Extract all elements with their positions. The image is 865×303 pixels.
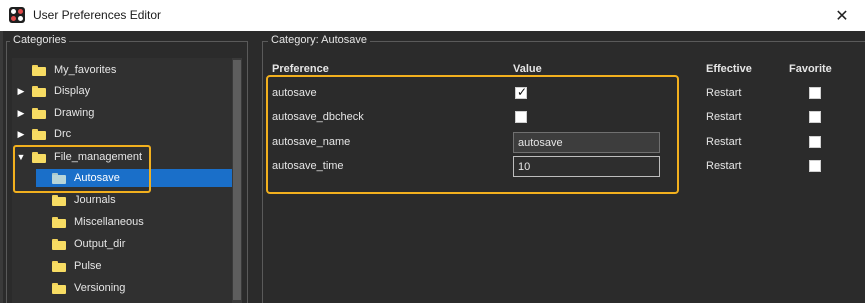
highlight-box-categories [13,145,151,193]
tree-item-miscellaneous[interactable]: Miscellaneous [36,213,144,231]
tree-item-label: Miscellaneous [74,216,144,228]
folder-icon [32,85,46,97]
favorite-checkbox[interactable] [809,160,821,172]
folder-icon [32,128,46,140]
tree-item-label: My_favorites [54,64,117,76]
tree-item-label: Pulse [74,260,102,272]
window-edge [0,31,3,303]
app-logo-icon [9,7,25,23]
effective-label: Restart [706,160,742,172]
tree-item-label: Display [54,85,91,97]
close-window-button[interactable]: ✕ [819,0,865,31]
folder-icon [52,282,66,294]
tree-item-label: Versioning [74,282,126,294]
tree-item-label: Output_dir [74,238,126,250]
tree-item-journals[interactable]: Journals [36,191,116,209]
favorite-checkbox[interactable] [809,136,821,148]
tree-item-display[interactable]: ▶ Display [16,82,91,100]
category-legend: Category: Autosave [268,34,371,46]
effective-label: Restart [706,111,742,123]
effective-label: Restart [706,136,742,148]
header-preference: Preference [272,63,329,75]
folder-icon [32,64,46,76]
tree-item-drawing[interactable]: ▶ Drawing [16,104,95,122]
tree-item-label: Drc [54,128,72,140]
scrollbar-thumb[interactable] [233,60,241,300]
title-bar: User Preferences Editor ✕ [0,0,865,31]
folder-icon [52,260,66,272]
tree-item-versioning[interactable]: Versioning [36,279,125,297]
categories-legend: Categories [10,34,70,46]
folder-icon [52,238,66,250]
folder-icon [52,194,66,206]
tree-item-my-favorites[interactable]: My_favorites [16,61,116,79]
tree-item-label: Drawing [54,107,95,119]
favorite-checkbox[interactable] [809,87,821,99]
folder-icon [52,216,66,228]
tree-item-output-dir[interactable]: Output_dir [36,235,125,253]
highlight-box-preferences [266,75,679,194]
tree-item-drc[interactable]: ▶ Drc [16,125,72,143]
expand-arrow-icon[interactable]: ▶ [16,86,26,97]
header-effective: Effective [706,63,752,75]
tree-item-pulse[interactable]: Pulse [36,257,102,275]
expand-arrow-icon[interactable]: ▶ [16,108,26,119]
window-title: User Preferences Editor [33,8,162,22]
tree-item-label: Journals [74,194,116,206]
effective-label: Restart [706,87,742,99]
header-favorite: Favorite [789,63,832,75]
favorite-checkbox[interactable] [809,111,821,123]
expand-arrow-icon[interactable]: ▶ [16,129,26,140]
tree-scrollbar[interactable] [232,58,242,303]
folder-icon [32,107,46,119]
header-value: Value [513,63,542,75]
